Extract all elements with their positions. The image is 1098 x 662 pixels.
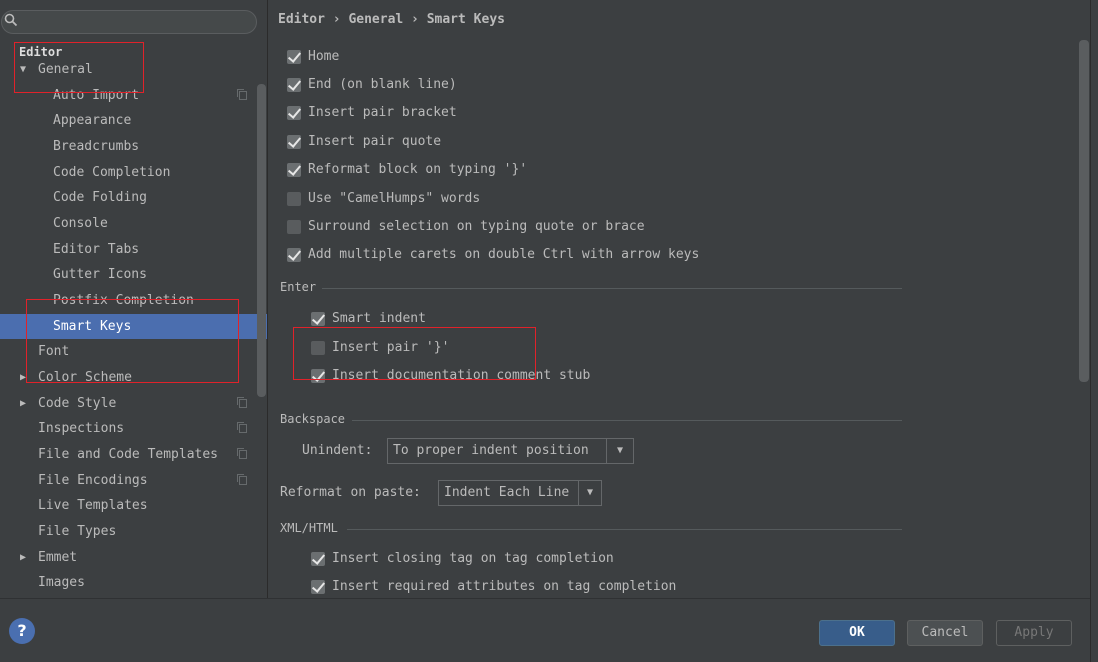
tree-item-file-and-code-templates[interactable]: File and Code Templates [0,442,257,467]
content-scrollbar[interactable] [1079,40,1089,382]
ok-button[interactable]: OK [819,620,895,646]
tree-item-label: Inspections [38,421,125,436]
tree-item-label: Appearance [53,113,132,128]
section-divider [352,420,902,421]
chevron-down-icon[interactable]: ▼ [578,481,601,505]
tree-item-gutter-icons[interactable]: Gutter Icons [0,262,257,287]
tree-item-emmet[interactable]: ▶ Emmet [0,545,257,570]
select-value: To proper indent position [393,443,589,458]
tree-item-label: File Encodings [38,473,148,488]
dialog-button-bar: ? OK Cancel Apply [0,598,1098,662]
unindent-select[interactable]: To proper indent position ▼ [387,438,634,464]
section-title-xml-html: XML/HTML [280,521,338,535]
section-divider [322,288,902,289]
checkbox-checked-icon[interactable] [287,106,301,120]
tree-item-label: Code Folding [53,190,147,205]
checkbox-label: Insert required attributes on tag comple… [332,579,677,594]
tree-item-label: Live Templates [38,498,148,513]
checkbox-checked-icon[interactable] [287,78,301,92]
checkbox-label: Insert pair quote [308,134,442,149]
smart-keys-panel: Editor › General › Smart Keys Home End (… [268,0,1098,598]
tree-item-file-encodings[interactable]: File Encodings [0,468,257,493]
section-divider [347,529,902,530]
checkbox-checked-icon[interactable] [311,312,325,326]
settings-tree-panel: Editor ▼ General Auto Import Appearance … [0,0,267,598]
tree-item-console[interactable]: Console [0,211,257,236]
reformat-on-paste-label: Reformat on paste: [280,485,421,500]
tree-item-label: Console [53,216,108,231]
checkbox-unchecked-icon[interactable] [287,192,301,206]
help-button[interactable]: ? [9,618,35,644]
reformat-on-paste-select[interactable]: Indent Each Line ▼ [438,480,602,506]
section-title-enter: Enter [280,280,317,294]
unindent-label: Unindent: [302,443,373,458]
tree-item-code-folding[interactable]: Code Folding [0,185,257,210]
tree-item-label: Emmet [38,550,78,565]
checkbox-checked-icon[interactable] [311,552,325,566]
checkbox-checked-icon[interactable] [287,163,301,177]
tree-scrollbar[interactable] [257,84,266,397]
tree-item-inspections[interactable]: Inspections [0,416,257,441]
settings-dialog: Editor ▼ General Auto Import Appearance … [0,0,1098,662]
highlight-box [26,299,239,383]
tree-item-label: Editor Tabs [53,242,140,257]
project-settings-icon [237,422,247,433]
checkbox-label: Use "CamelHumps" words [308,191,481,206]
window-edge [1090,0,1098,662]
expand-right-icon[interactable]: ▶ [20,391,26,416]
search-input[interactable] [1,10,257,34]
checkbox-label: End (on blank line) [308,77,457,92]
highlight-box [14,42,144,93]
cancel-button[interactable]: Cancel [907,620,983,646]
checkbox-unchecked-icon[interactable] [287,220,301,234]
tree-item-images[interactable]: Images [0,570,257,595]
tree-item-label: Code Style [38,396,117,411]
project-settings-icon [237,448,247,459]
tree-item-label: Code Completion [53,165,171,180]
checkbox-label: Home [308,49,340,64]
chevron-down-icon[interactable]: ▼ [606,439,633,463]
section-title-backspace: Backspace [280,412,346,426]
search-icon [4,13,18,27]
project-settings-icon [237,474,247,485]
checkbox-label: Add multiple carets on double Ctrl with … [308,247,700,262]
project-settings-icon [237,89,247,100]
tree-item-code-completion[interactable]: Code Completion [0,160,257,185]
tree-item-label: Breadcrumbs [53,139,140,154]
select-value: Indent Each Line [444,485,570,500]
checkbox-checked-icon[interactable] [287,248,301,262]
checkbox-checked-icon[interactable] [287,50,301,64]
tree-item-editor-tabs[interactable]: Editor Tabs [0,237,257,262]
checkbox-label: Surround selection on typing quote or br… [308,219,645,234]
checkbox-label: Insert pair bracket [308,105,457,120]
tree-item-label: Images [38,575,85,590]
checkbox-label: Insert closing tag on tag completion [332,551,614,566]
breadcrumb: Editor › General › Smart Keys [278,12,505,27]
tree-item-code-style[interactable]: ▶ Code Style [0,391,257,416]
checkbox-label: Reformat block on typing '}' [308,162,528,177]
apply-button[interactable]: Apply [996,620,1072,646]
tree-item-label: File and Code Templates [38,447,219,462]
tree-item-breadcrumbs[interactable]: Breadcrumbs [0,134,257,159]
tree-item-label: File Types [38,524,117,539]
tree-item-file-types[interactable]: File Types [0,519,257,544]
project-settings-icon [237,397,247,408]
highlight-box [293,327,536,380]
tree-item-label: Gutter Icons [53,267,147,282]
checkbox-checked-icon[interactable] [287,135,301,149]
tree-item-appearance[interactable]: Appearance [0,108,257,133]
checkbox-checked-icon[interactable] [311,580,325,594]
tree-item-live-templates[interactable]: Live Templates [0,493,257,518]
expand-right-icon[interactable]: ▶ [20,545,26,570]
